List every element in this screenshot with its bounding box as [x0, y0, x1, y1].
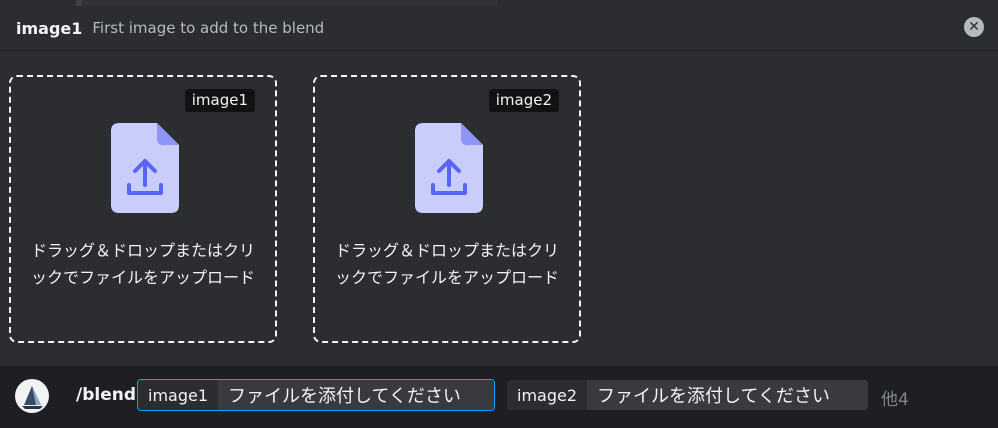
dropzone-instruction: ドラッグ＆ドロップまたはクリックでファイルをアップロード [30, 241, 255, 287]
option-upload-panel: image1 First image to add to the blend ✕… [0, 6, 998, 366]
command-input-bar: /blend image1 ファイルを添付してください image2 ファイルを… [0, 366, 998, 428]
param-value: ファイルを添付してください [218, 380, 494, 410]
file-upload-icon [111, 123, 179, 213]
file-upload-icon [415, 123, 483, 213]
param-image2[interactable]: image2 ファイルを添付してください [506, 379, 869, 411]
param-image1[interactable]: image1 ファイルを添付してください [137, 379, 495, 411]
param-name: image1 [138, 380, 219, 410]
param-value: ファイルを添付してください [587, 380, 868, 410]
panel-header: image1 First image to add to the blend ✕ [0, 6, 998, 51]
more-params-count[interactable]: 他4 [881, 385, 909, 410]
option-name: image1 [16, 18, 83, 38]
command-name: /blend [76, 385, 137, 405]
upload-dropzone-image2[interactable]: image2 ドラッグ＆ドロップまたはクリックでファイルをアップロード [313, 75, 581, 343]
dropzone-tag: image2 [488, 89, 559, 112]
param-name: image2 [507, 380, 588, 410]
bot-avatar-icon [15, 379, 49, 413]
dropzone-tag: image1 [184, 89, 255, 112]
close-icon[interactable]: ✕ [964, 17, 984, 37]
dropzone-instruction: ドラッグ＆ドロップまたはクリックでファイルをアップロード [334, 241, 559, 287]
upload-dropzone-image1[interactable]: image1 ドラッグ＆ドロップまたはクリックでファイルをアップロード [9, 75, 277, 343]
option-description: First image to add to the blend [92, 19, 325, 37]
